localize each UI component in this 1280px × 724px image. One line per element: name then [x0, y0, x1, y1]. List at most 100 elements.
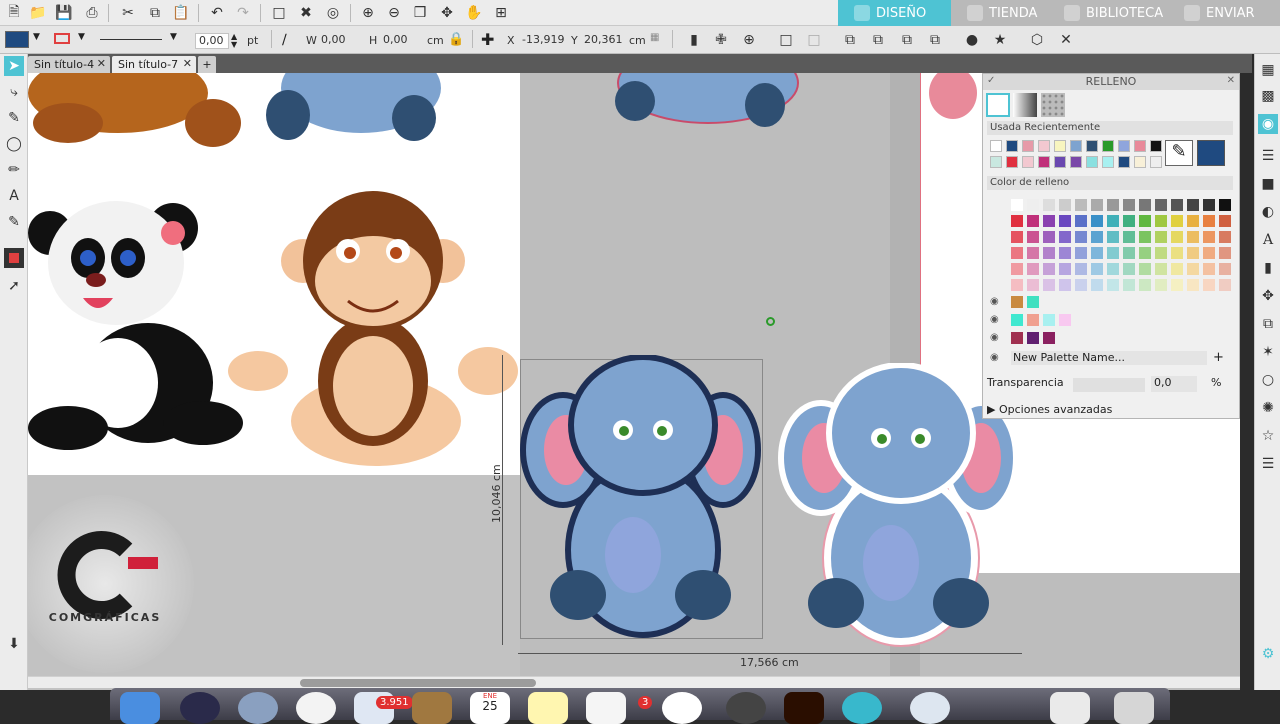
palette-color-swatch[interactable] — [1043, 247, 1055, 259]
recent-color-swatch[interactable] — [1006, 140, 1018, 152]
align-panel-icon[interactable]: ▮ — [1258, 258, 1278, 278]
edit-points-icon[interactable]: ⤷ — [4, 82, 24, 102]
eye-icon[interactable]: ◉ — [990, 296, 999, 307]
solid-fill-button[interactable] — [986, 93, 1010, 117]
palette-color-swatch[interactable] — [1187, 279, 1199, 291]
palette-color-swatch[interactable] — [1075, 263, 1087, 275]
center-horizontal-icon[interactable]: ✙ — [711, 30, 731, 50]
palette-color-swatch[interactable] — [1011, 263, 1023, 275]
bring-front-icon[interactable]: ⧉ — [840, 30, 860, 50]
palette-color-swatch[interactable] — [1043, 199, 1055, 211]
palette-color-swatch[interactable] — [1219, 279, 1231, 291]
close-tab-icon[interactable]: ✕ — [97, 57, 106, 70]
palette-color-swatch[interactable] — [1027, 247, 1039, 259]
open-folder-icon[interactable]: 📁 — [28, 3, 48, 23]
palette-color-swatch[interactable] — [1171, 279, 1183, 291]
eraser-icon[interactable]: ✎ — [4, 212, 24, 232]
save-icon[interactable]: 💾 — [54, 3, 74, 23]
y-position-input[interactable]: 20,361 — [581, 33, 625, 49]
bear-illustration[interactable] — [28, 73, 248, 153]
launchpad-icon[interactable] — [238, 692, 278, 724]
palette-color-swatch[interactable] — [1139, 215, 1151, 227]
palette-color-swatch[interactable] — [1011, 199, 1023, 211]
stepper-icon[interactable]: ▲ ▼ — [231, 33, 237, 49]
trace-icon[interactable]: ★ — [990, 30, 1010, 50]
fill-color-swatch[interactable] — [5, 31, 29, 48]
palette-color-swatch[interactable] — [1091, 247, 1103, 259]
zoom-out-icon[interactable]: ⊖ — [384, 3, 404, 23]
import-icon[interactable]: ⬇ — [4, 634, 24, 654]
chrome-icon[interactable] — [296, 692, 336, 724]
palette-color-swatch[interactable] — [1011, 332, 1023, 344]
add-palette-icon[interactable]: + — [1213, 350, 1224, 365]
palette-color-swatch[interactable] — [1075, 231, 1087, 243]
palette-color-swatch[interactable] — [1107, 231, 1119, 243]
line-style-preview[interactable] — [100, 39, 162, 40]
offset-icon[interactable]: ● — [962, 30, 982, 50]
palette-color-swatch[interactable] — [1011, 247, 1023, 259]
center-page-icon[interactable]: ⊕ — [739, 30, 759, 50]
stroke-color-swatch[interactable] — [54, 33, 70, 44]
finder-icon[interactable] — [120, 692, 160, 724]
eye-icon[interactable]: ◉ — [990, 352, 999, 363]
recent-color-swatch[interactable] — [1086, 156, 1098, 168]
elephant-outline-dark[interactable] — [518, 355, 768, 645]
elephant-illustration-top[interactable] — [266, 73, 456, 145]
settings-icon[interactable]: ⚙ — [1258, 644, 1278, 664]
offset-panel-icon[interactable]: ○ — [1258, 370, 1278, 390]
send-backward-icon[interactable]: ⧉ — [897, 30, 917, 50]
recent-color-swatch[interactable] — [1102, 156, 1114, 168]
palette-color-swatch[interactable] — [1171, 215, 1183, 227]
palette-color-swatch[interactable] — [1107, 263, 1119, 275]
palette-color-swatch[interactable] — [1139, 199, 1151, 211]
recent-color-swatch[interactable] — [1054, 140, 1066, 152]
line-width-input[interactable]: 0,00 — [195, 33, 229, 49]
deselect-icon[interactable]: ✖ — [296, 3, 316, 23]
palette-color-swatch[interactable] — [1011, 231, 1023, 243]
zoom-fit-icon[interactable]: ❒ — [410, 3, 430, 23]
cut-icon[interactable]: ✂ — [118, 3, 138, 23]
select-tool-icon[interactable]: ➤ — [4, 56, 24, 76]
scroll-thumb[interactable] — [300, 679, 536, 687]
tab-sin-titulo-7[interactable]: Sin título-7 ✕ — [112, 56, 196, 73]
ungroup-icon[interactable]: □ — [804, 30, 824, 50]
line-style-icon[interactable]: ☰ — [1258, 146, 1278, 166]
palette-color-swatch[interactable] — [1203, 215, 1215, 227]
palette-color-swatch[interactable] — [1187, 247, 1199, 259]
new-tab-button[interactable]: + — [198, 56, 216, 73]
app-icon[interactable] — [910, 692, 950, 724]
new-palette-name-field[interactable]: New Palette Name... — [1011, 351, 1207, 365]
palette-color-swatch[interactable] — [1027, 296, 1039, 308]
palette-color-swatch[interactable] — [1139, 279, 1151, 291]
image-icon[interactable]: ■ — [1258, 174, 1278, 194]
x-position-input[interactable]: -13,919 — [519, 33, 567, 49]
siri-icon[interactable] — [180, 692, 220, 724]
pattern-fill-button[interactable] — [1041, 93, 1065, 117]
palette-color-swatch[interactable] — [1027, 199, 1039, 211]
height-input[interactable]: 0,00 — [380, 33, 424, 49]
palette-color-swatch[interactable] — [1187, 199, 1199, 211]
palette-color-swatch[interactable] — [1027, 279, 1039, 291]
palette-color-swatch[interactable] — [1043, 314, 1055, 326]
trash-icon[interactable] — [1114, 692, 1154, 724]
recent-color-swatch[interactable] — [1038, 140, 1050, 152]
palette-color-swatch[interactable] — [1123, 279, 1135, 291]
palette-color-swatch[interactable] — [1043, 279, 1055, 291]
current-color-swatch[interactable] — [1197, 140, 1225, 166]
palette-color-swatch[interactable] — [1171, 199, 1183, 211]
palette-color-swatch[interactable] — [1027, 215, 1039, 227]
recent-color-swatch[interactable] — [1070, 140, 1082, 152]
palette-color-swatch[interactable] — [1091, 215, 1103, 227]
palette-color-swatch[interactable] — [1219, 263, 1231, 275]
trace-panel-icon[interactable]: ✺ — [1258, 398, 1278, 418]
line-tool-icon[interactable]: ∕ — [282, 32, 287, 48]
palette-color-swatch[interactable] — [1123, 199, 1135, 211]
palette-color-swatch[interactable] — [1059, 263, 1071, 275]
palette-color-swatch[interactable] — [1043, 263, 1055, 275]
palette-color-swatch[interactable] — [1107, 247, 1119, 259]
print-icon[interactable]: ⎙ — [82, 3, 102, 23]
palette-color-swatch[interactable] — [1027, 263, 1039, 275]
recent-color-swatch[interactable] — [990, 140, 1002, 152]
chevron-down-icon[interactable]: ▼ — [170, 32, 177, 42]
palette-color-swatch[interactable] — [1155, 247, 1167, 259]
